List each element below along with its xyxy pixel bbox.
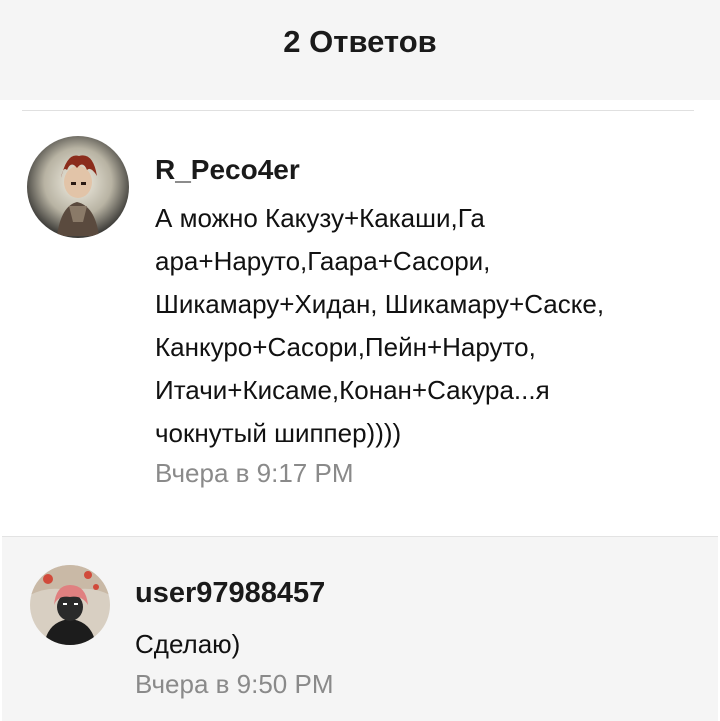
comment-text: Сделаю) [135,623,695,666]
comment-text-line: ара+Наруто,Гаара+Сасори, [155,246,491,276]
comment-text-line: А можно Какузу+Какаши,Га [155,203,485,233]
timestamp: Вчера в 9:50 PM [135,669,334,699]
username[interactable]: R_Peco4er [155,154,300,186]
comment-text: А можно Какузу+Какаши,Га ара+Наруто,Гаар… [155,197,695,455]
avatar-image [30,565,110,645]
avatar-image [27,136,129,238]
avatar[interactable] [27,136,129,238]
timestamp: Вчера в 9:17 PM [155,458,354,488]
comment-text-line: Шикамару+Хидан, Шикамару+Саске, [155,289,605,319]
comment-text-line: Канкуро+Сасори,Пейн+Наруто, [155,332,536,362]
comment-item[interactable]: user97988457 Сделаю) Вчера в 9:50 PM [2,536,718,721]
avatar[interactable] [30,565,110,645]
comment-item[interactable]: R_Peco4er А можно Какузу+Какаши,Га ара+Н… [0,111,720,531]
comment-text-line: чокнутый шиппер)))) [155,418,402,448]
header-bar: 2 Ответов [0,0,720,100]
comment-text-line: Итачи+Кисаме,Конан+Сакура...я [155,375,550,405]
username[interactable]: user97988457 [135,577,325,610]
page-title: 2 Ответов [283,24,437,59]
comment-text-line: Сделаю) [135,629,241,659]
